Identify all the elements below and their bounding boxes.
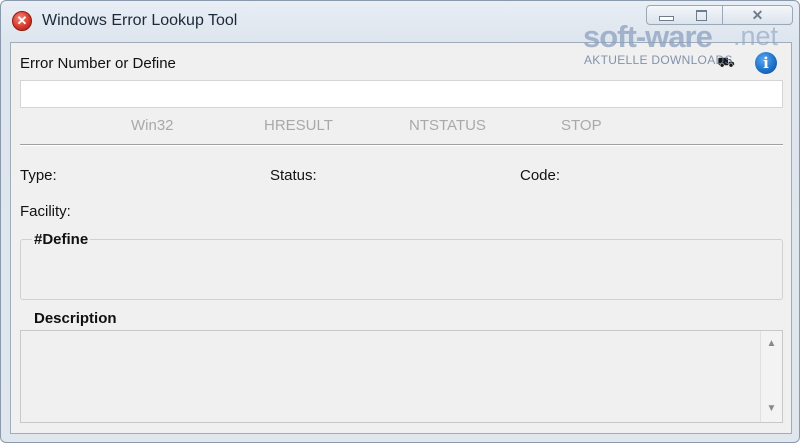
error-number-input[interactable] (20, 80, 783, 108)
radio-stop[interactable]: STOP (561, 117, 602, 134)
scroll-down-icon[interactable]: ▼ (761, 400, 782, 418)
code-label: Code: (520, 167, 561, 184)
radio-ntstatus[interactable]: NTSTATUS (409, 117, 486, 134)
scroll-up-icon[interactable]: ▲ (761, 335, 782, 353)
radio-hresult[interactable]: HRESULT (264, 117, 333, 134)
radio-win32[interactable]: Win32 (131, 117, 174, 134)
client-area: Error Number or Define Win32 HRESULT NTS… (10, 42, 792, 434)
vertical-scrollbar[interactable]: ▲ ▼ (760, 331, 782, 422)
define-group (20, 239, 783, 300)
description-textbox[interactable]: ▲ ▼ (20, 330, 783, 423)
define-group-title: #Define (32, 231, 91, 248)
watermark-tagline: AKTUELLE DOWNLOADS (584, 53, 733, 67)
info-icon[interactable]: i (755, 52, 777, 74)
facility-label: Facility: (20, 203, 71, 220)
watermark-tld: .net (733, 21, 779, 51)
window-title: Windows Error Lookup Tool (42, 12, 238, 29)
error-icon[interactable]: ✕ (12, 11, 32, 31)
type-label: Type: (20, 167, 57, 184)
status-label: Status: (270, 167, 317, 184)
watermark-logo: soft-ware (583, 19, 713, 54)
main-window: ✕ Windows Error Lookup Tool ✕ Error Numb… (0, 0, 800, 443)
description-title: Description (34, 310, 117, 327)
separator (20, 144, 783, 146)
error-number-label: Error Number or Define (20, 55, 176, 72)
